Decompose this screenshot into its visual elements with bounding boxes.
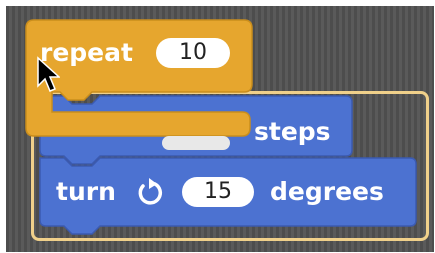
move-steps-slot[interactable] bbox=[162, 136, 230, 150]
screenshot-frame: repeat 10 steps turn 15 degrees bbox=[0, 0, 435, 253]
scripting-area: repeat 10 steps turn 15 degrees bbox=[6, 6, 434, 252]
turn-degrees-input[interactable]: 15 bbox=[182, 177, 254, 207]
turn-degrees-label: degrees bbox=[270, 177, 384, 206]
rotate-clockwise-icon bbox=[138, 178, 163, 205]
repeat-count-input[interactable]: 10 bbox=[156, 38, 230, 68]
move-steps-label: steps bbox=[254, 117, 331, 146]
mouse-pointer-icon bbox=[37, 56, 60, 92]
turn-label: turn bbox=[56, 177, 116, 206]
